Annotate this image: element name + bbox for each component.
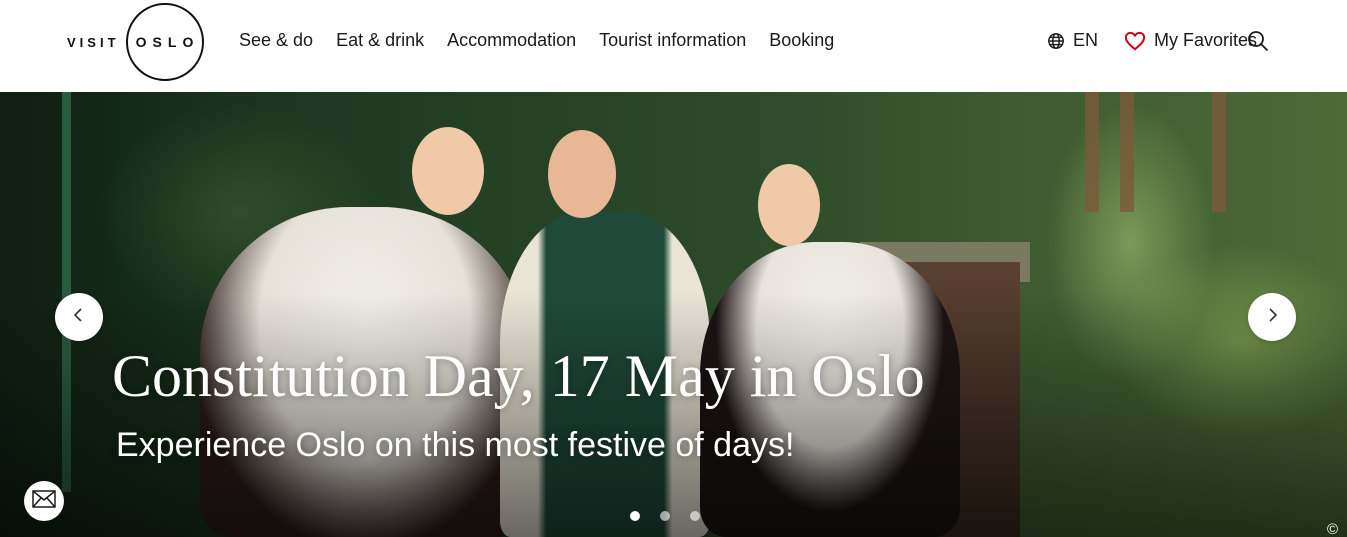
hero-shade (0, 92, 1347, 537)
carousel-dot[interactable] (630, 511, 640, 521)
newsletter-button[interactable] (24, 481, 64, 521)
visit-oslo-logo[interactable]: VISIT OSLO (67, 2, 204, 82)
logo-circle: OSLO (125, 3, 204, 81)
nav-item-booking[interactable]: Booking (769, 30, 834, 51)
hero-subtitle: Experience Oslo on this most festive of … (116, 426, 795, 464)
globe-icon (1047, 32, 1065, 50)
header-utilities: EN My Favorites (1047, 30, 1257, 51)
nav-item-see-do[interactable]: See & do (239, 30, 313, 51)
chevron-left-icon (72, 307, 86, 328)
hero-title[interactable]: Constitution Day, 17 May in Oslo (112, 346, 925, 406)
hero-carousel (0, 92, 1347, 537)
carousel-next-button[interactable] (1248, 293, 1296, 341)
nav-item-eat-drink[interactable]: Eat & drink (336, 30, 424, 51)
photo-copyright[interactable]: © (1327, 521, 1338, 537)
heart-icon (1124, 31, 1146, 51)
site-header: VISIT OSLO See & do Eat & drink Accommod… (0, 0, 1347, 92)
envelope-icon (32, 489, 56, 513)
language-selector[interactable]: EN (1047, 30, 1098, 51)
search-button[interactable] (1247, 30, 1269, 57)
carousel-dot[interactable] (660, 511, 670, 521)
language-label: EN (1072, 30, 1098, 50)
logo-oslo-text: OSLO (135, 34, 200, 50)
search-icon (1247, 31, 1269, 56)
carousel-dot[interactable] (690, 511, 700, 521)
nav-item-accommodation[interactable]: Accommodation (447, 30, 576, 51)
my-favorites-link[interactable]: My Favorites (1124, 30, 1257, 51)
carousel-prev-button[interactable] (55, 293, 103, 341)
my-favorites-label: My Favorites (1153, 30, 1257, 50)
logo-visit-text: VISIT (67, 34, 120, 50)
main-navigation: See & do Eat & drink Accommodation Touri… (239, 30, 834, 51)
nav-item-tourist-information[interactable]: Tourist information (599, 30, 746, 51)
chevron-right-icon (1265, 307, 1279, 328)
carousel-pagination (630, 511, 700, 521)
